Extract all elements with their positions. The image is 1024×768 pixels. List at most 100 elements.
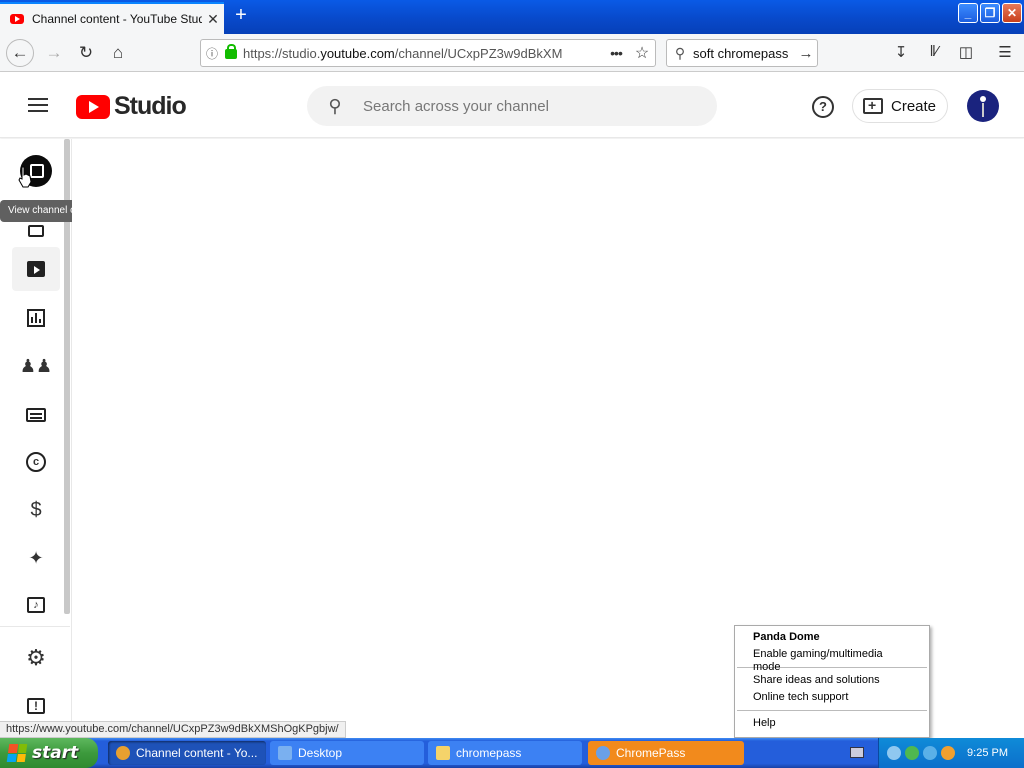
hamburger-menu-icon[interactable]: [28, 98, 48, 112]
gear-icon: ⚙: [26, 645, 46, 670]
window-controls: _ ❐ ✕: [958, 3, 1022, 23]
downloads-icon[interactable]: ↧: [890, 43, 912, 63]
start-button[interactable]: start: [0, 738, 98, 768]
youtube-logo-icon: [76, 94, 110, 119]
dollar-icon: $: [30, 498, 42, 521]
magic-wand-icon: ✦: [28, 547, 44, 568]
bookmark-star-icon[interactable]: ☆: [629, 43, 655, 63]
taskbar: start Channel content - Yo... Desktop ch…: [0, 738, 1024, 768]
menu-icon[interactable]: ☰: [994, 43, 1016, 63]
taskbar-item-browser[interactable]: Channel content - Yo...: [108, 741, 266, 765]
channel-search-field[interactable]: ⚲ Search across your channel: [307, 86, 717, 126]
menu-separator: [737, 710, 927, 711]
window-close-button[interactable]: ✕: [1002, 3, 1022, 23]
browser-tab[interactable]: Channel content - YouTube Studio ✕: [0, 2, 224, 34]
status-url: https://www.youtube.com/channel/UCxpPZ3w…: [0, 721, 346, 738]
taskbar-item-chromepass-folder[interactable]: chromepass: [428, 741, 582, 765]
tray-icons: [879, 746, 955, 760]
address-bar[interactable]: ⓘ https://studio.youtube.com/channel/UCx…: [200, 39, 656, 67]
search-go-icon[interactable]: →: [795, 45, 817, 62]
library-icon[interactable]: ‖⁄: [923, 43, 945, 63]
tray-context-menu: Panda Dome Enable gaming/multimedia mode…: [734, 625, 930, 738]
hand-cursor-icon: [18, 166, 32, 188]
windows-flag-icon: [6, 744, 28, 762]
tab-close-icon[interactable]: ✕: [202, 11, 224, 28]
url-path: /channel/UCxpPZ3w9dBkXM: [394, 45, 563, 61]
taskbar-item-label: Channel content - Yo...: [136, 746, 258, 760]
search-tray-icon[interactable]: [941, 746, 955, 760]
copyright-icon: c: [26, 452, 46, 472]
search-icon: ⚲: [674, 44, 686, 61]
browser-search-box[interactable]: ⚲ soft chromepass →: [666, 39, 818, 67]
taskbar-item-chromepass-app[interactable]: ChromePass: [588, 741, 744, 765]
studio-logo-text: Studio: [114, 92, 187, 120]
url-host: youtube.com: [320, 45, 395, 61]
address-url[interactable]: https://studio.youtube.com/channel/UCxpP…: [243, 46, 603, 61]
lock-icon[interactable]: [225, 44, 237, 59]
back-button[interactable]: ←: [6, 39, 34, 67]
system-tray: 9:25 PM: [878, 738, 1024, 768]
sidebar-item-subtitles[interactable]: [12, 393, 60, 437]
create-label: Create: [891, 97, 937, 115]
desktop-icon: [278, 746, 292, 760]
start-label: start: [32, 743, 79, 763]
keyboard-icon[interactable]: [850, 747, 864, 758]
sidebar-item-comments[interactable]: ♟♟: [12, 344, 60, 388]
create-video-icon: [863, 97, 883, 114]
restore-button[interactable]: ❐: [980, 3, 1000, 23]
menu-title: Panda Dome: [753, 631, 820, 643]
browser-toolbar: ← → ↻ ⌂ ⓘ https://studio.youtube.com/cha…: [0, 34, 1024, 72]
sidebar-item-settings[interactable]: ⚙: [12, 636, 60, 680]
sidebar-divider: [0, 626, 70, 627]
network-icon[interactable]: [887, 746, 901, 760]
clock: 9:25 PM: [967, 747, 1008, 759]
menu-item-gaming-mode[interactable]: Enable gaming/multimedia mode: [735, 646, 929, 673]
forward-button[interactable]: →: [40, 40, 68, 66]
firefox-icon: [116, 746, 130, 760]
community-icon: ♟♟: [19, 355, 53, 376]
avatar[interactable]: [967, 90, 999, 122]
tab-title: Channel content - YouTube Studio: [32, 12, 202, 26]
sidebar-toggle-icon[interactable]: ◫: [955, 43, 977, 63]
search-icon: ⚲: [328, 95, 342, 116]
url-prefix: https://studio.: [243, 45, 321, 61]
menu-item-share-ideas[interactable]: Share ideas and solutions: [735, 672, 929, 689]
content-icon: [27, 261, 45, 277]
taskbar-item-label: chromepass: [456, 746, 522, 760]
subtitles-icon: [26, 408, 46, 422]
browser-tab-strip: Channel content - YouTube Studio ✕ + _ ❐…: [0, 0, 1024, 34]
dashboard-icon: [28, 225, 44, 237]
folder-icon: [436, 746, 450, 760]
sidebar-item-audio-library[interactable]: ♪: [12, 583, 60, 627]
info-icon[interactable]: ⓘ: [201, 45, 223, 62]
panda-icon[interactable]: [905, 746, 919, 760]
menu-item-help[interactable]: Help: [735, 715, 929, 732]
chromepass-icon: [596, 746, 610, 760]
help-icon[interactable]: ?: [812, 96, 834, 118]
create-button[interactable]: Create: [852, 89, 948, 123]
home-button[interactable]: ⌂: [104, 40, 132, 66]
sidebar-item-customization[interactable]: ✦: [12, 536, 60, 580]
sidebar-item-copyright[interactable]: c: [12, 440, 60, 484]
music-icon: ♪: [27, 597, 45, 613]
analytics-icon: [27, 309, 45, 327]
youtube-favicon-icon: [10, 14, 24, 24]
taskbar-item-label: ChromePass: [616, 746, 686, 760]
new-tab-button[interactable]: +: [230, 5, 252, 27]
studio-logo[interactable]: Studio: [76, 92, 187, 121]
taskbar-item-desktop[interactable]: Desktop: [270, 741, 424, 765]
feedback-icon: !: [27, 698, 45, 714]
studio-header: Studio ⚲ Search across your channel ? Cr…: [0, 72, 1024, 138]
globe-icon[interactable]: [923, 746, 937, 760]
studio-sidebar: ♟♟ c $ ✦ ♪ ⚙ ! View channel on YouTube: [0, 139, 132, 729]
taskbar-item-label: Desktop: [298, 746, 343, 760]
page-actions-icon[interactable]: •••: [603, 45, 629, 61]
sidebar-item-earn[interactable]: $: [12, 488, 60, 532]
search-placeholder: Search across your channel: [363, 97, 549, 115]
minimize-button[interactable]: _: [958, 3, 978, 23]
sidebar-item-content[interactable]: [12, 247, 60, 291]
browser-search-query[interactable]: soft chromepass: [693, 46, 795, 61]
menu-item-tech-support[interactable]: Online tech support: [735, 689, 929, 706]
sidebar-item-analytics[interactable]: [12, 296, 60, 340]
reload-button[interactable]: ↻: [72, 40, 100, 66]
